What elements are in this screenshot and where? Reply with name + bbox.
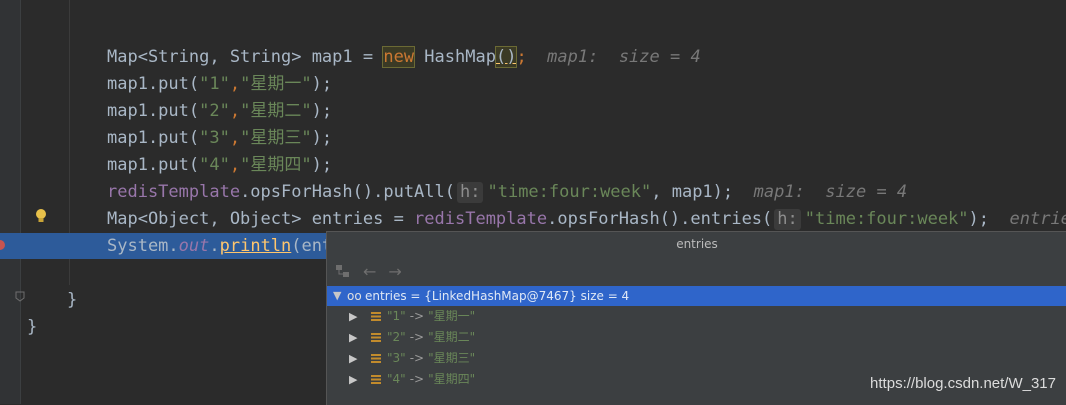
popup-title: entries xyxy=(327,232,1066,256)
entry-icon xyxy=(371,312,381,321)
entry-icon xyxy=(371,375,381,384)
keyword-new: new xyxy=(383,47,414,67)
string-literal: "星期四" xyxy=(240,155,311,175)
code-text: map1.put( xyxy=(107,74,199,94)
code-line-6[interactable]: redisTemplate.opsForHash().putAll(h:"tim… xyxy=(107,179,907,206)
gutter-separator xyxy=(20,0,21,404)
back-arrow-icon[interactable]: ← xyxy=(363,262,376,281)
string-literal: "2" xyxy=(199,101,230,121)
method-call: println xyxy=(220,236,292,256)
code-text: . xyxy=(209,236,219,256)
string-literal: "time:four:week" xyxy=(487,182,651,202)
string-literal: "time:four:week" xyxy=(805,209,969,229)
string-literal: "星期二" xyxy=(240,101,311,121)
entry-arrow: -> xyxy=(410,369,424,390)
string-literal: "星期一" xyxy=(240,74,311,94)
collapsed-triangle-icon[interactable]: ▶ xyxy=(349,369,363,390)
code-text: ); xyxy=(312,155,332,175)
code-comma: , xyxy=(230,128,240,148)
entry-value: "星期三" xyxy=(428,348,475,369)
parameter-hint: h: xyxy=(774,209,800,230)
breakpoint-icon[interactable] xyxy=(0,238,6,252)
lightbulb-icon[interactable] xyxy=(34,208,48,224)
code-text: map1.put( xyxy=(107,101,199,121)
code-text: map1.put( xyxy=(107,128,199,148)
code-line-1[interactable]: Map<String, String> map1 = new HashMap()… xyxy=(107,44,701,71)
entry-arrow: -> xyxy=(410,348,424,369)
inline-debug-value: entries: xyxy=(1010,209,1066,229)
forward-arrow-icon[interactable]: → xyxy=(388,262,401,281)
entry-value: "星期四" xyxy=(428,369,475,390)
parameter-hint: h: xyxy=(457,182,483,203)
tree-child-node[interactable]: ▶ "2" -> "星期二" xyxy=(327,327,1066,348)
string-literal: "4" xyxy=(199,155,230,175)
code-semicolon: ; xyxy=(516,47,526,67)
code-parens: () xyxy=(496,47,516,67)
static-field: out xyxy=(179,236,210,256)
entry-key: "3" xyxy=(387,348,406,369)
code-text: , map1); xyxy=(651,182,733,202)
inline-debug-value: map1: size = 4 xyxy=(754,182,908,202)
tree-root-node[interactable]: ▼ oo entries = {LinkedHashMap@7467} size… xyxy=(327,286,1066,306)
entry-icon xyxy=(371,333,381,342)
editor-gutter[interactable] xyxy=(0,0,20,404)
expanded-triangle-icon[interactable]: ▼ xyxy=(333,286,347,306)
entry-key: "4" xyxy=(387,369,406,390)
inline-debug-value: map1: size = 4 xyxy=(547,47,701,67)
code-text: HashMap xyxy=(414,47,496,67)
string-literal: "3" xyxy=(199,128,230,148)
code-line-3[interactable]: map1.put("2","星期二"); xyxy=(107,98,332,125)
code-text: Map<String, String> map1 = xyxy=(107,47,383,67)
entry-value: "星期一" xyxy=(428,306,475,327)
entry-key: "2" xyxy=(387,327,406,348)
collapsed-triangle-icon[interactable]: ▶ xyxy=(349,306,363,327)
string-literal: "星期三" xyxy=(240,128,311,148)
string-literal: "1" xyxy=(199,74,230,94)
code-text: ); xyxy=(312,101,332,121)
code-line-8[interactable]: System.out.println(ent xyxy=(107,233,332,260)
code-comma: , xyxy=(230,155,240,175)
popup-toolbar: ← → xyxy=(327,256,1066,286)
closing-brace-outer: } xyxy=(27,314,37,341)
field-reference: redisTemplate xyxy=(107,182,240,202)
tree-root-label: entries = {LinkedHashMap@7467} size = 4 xyxy=(365,286,629,306)
code-text: ); xyxy=(969,209,989,229)
code-line-2[interactable]: map1.put("1","星期一"); xyxy=(107,71,332,98)
tree-child-node[interactable]: ▶ "3" -> "星期三" xyxy=(327,348,1066,369)
code-text: System. xyxy=(107,236,179,256)
code-comma: , xyxy=(230,101,240,121)
code-text: Map<Object, Object> entries = xyxy=(107,209,414,229)
code-line-5[interactable]: map1.put("4","星期四"); xyxy=(107,152,332,179)
code-line-7[interactable]: Map<Object, Object> entries = redisTempl… xyxy=(107,206,1066,233)
closing-brace-inner: } xyxy=(67,287,77,314)
code-comma: , xyxy=(230,74,240,94)
code-text: .opsForHash().putAll( xyxy=(240,182,455,202)
code-text: .opsForHash().entries( xyxy=(547,209,772,229)
fold-marker-icon[interactable] xyxy=(15,290,25,302)
hierarchy-icon[interactable] xyxy=(335,264,351,278)
entry-arrow: -> xyxy=(410,327,424,348)
entry-key: "1" xyxy=(387,306,406,327)
entry-icon xyxy=(371,354,381,363)
watermark: https://blog.csdn.net/W_317 xyxy=(870,375,1056,392)
tree-child-node[interactable]: ▶ "1" -> "星期一" xyxy=(327,306,1066,327)
code-text: ); xyxy=(312,128,332,148)
code-line-4[interactable]: map1.put("3","星期三"); xyxy=(107,125,332,152)
field-reference: redisTemplate xyxy=(414,209,547,229)
collapsed-triangle-icon[interactable]: ▶ xyxy=(349,348,363,369)
collapsed-triangle-icon[interactable]: ▶ xyxy=(349,327,363,348)
watch-glasses-icon: oo xyxy=(347,286,365,306)
entry-value: "星期二" xyxy=(428,327,475,348)
entry-arrow: -> xyxy=(410,306,424,327)
code-text: map1.put( xyxy=(107,155,199,175)
code-text: ); xyxy=(312,74,332,94)
